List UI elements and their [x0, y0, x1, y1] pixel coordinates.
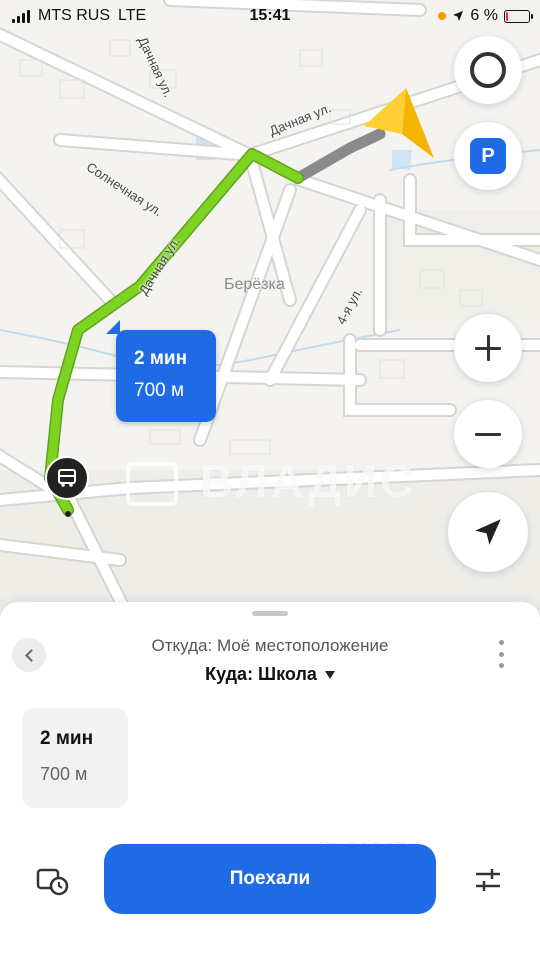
schedule-departure-button[interactable] [36, 866, 70, 896]
alice-button[interactable] [454, 36, 522, 104]
zoom-in-button[interactable] [454, 314, 522, 382]
route-settings-button[interactable] [474, 866, 502, 894]
dropdown-triangle-icon [324, 670, 335, 679]
alice-icon [470, 52, 506, 88]
location-arrow-icon [475, 519, 501, 545]
district-label: Берёзка [224, 276, 285, 293]
route-bubble-distance: 700 м [134, 380, 185, 401]
minus-icon [475, 421, 501, 447]
mic-indicator-icon [438, 12, 447, 20]
route-bubble-time: 2 мин [134, 348, 188, 369]
route-to-selector[interactable]: Куда: Школа [0, 664, 540, 685]
route-bottom-sheet[interactable]: Откуда: Моё местоположение Куда: Школа 2… [0, 602, 540, 960]
watermark-logo [126, 462, 178, 506]
watermark-text: ВЛАДИС [200, 455, 417, 507]
route-card-time: 2 мин [40, 728, 94, 749]
parking-button[interactable]: P [454, 122, 522, 190]
route-option-card[interactable]: 2 мин 700 м [22, 708, 128, 808]
map-view[interactable]: Дачная ул. Дачная ул. Дачная ул. Солнечн… [0, 0, 540, 620]
status-bar: MTS RUS LTE 15:41 6 % [0, 0, 540, 32]
plus-icon [475, 335, 501, 361]
battery-icon [504, 9, 533, 23]
route-from[interactable]: Откуда: Моё местоположение [0, 636, 540, 656]
navigation-arrow-icon [364, 88, 434, 158]
route-card-distance: 700 м [40, 764, 88, 784]
location-services-icon [453, 11, 464, 21]
more-options-button[interactable] [496, 640, 506, 668]
carrier-name: MTS RUS [38, 7, 110, 24]
zoom-out-button[interactable] [454, 400, 522, 468]
parking-icon: P [470, 138, 506, 174]
bus-stop-marker[interactable] [45, 456, 89, 500]
battery-percent: 6 % [470, 7, 498, 24]
network-type: LTE [118, 7, 147, 24]
sheet-drag-handle[interactable] [252, 611, 288, 616]
locate-me-button[interactable] [448, 492, 528, 572]
route-time-bubble[interactable]: 2 мин 700 м [116, 330, 216, 422]
signal-icon [12, 9, 30, 23]
go-button[interactable]: Поехали [104, 844, 436, 914]
route-to-label: Куда: Школа [205, 664, 317, 684]
bus-icon [58, 469, 76, 487]
